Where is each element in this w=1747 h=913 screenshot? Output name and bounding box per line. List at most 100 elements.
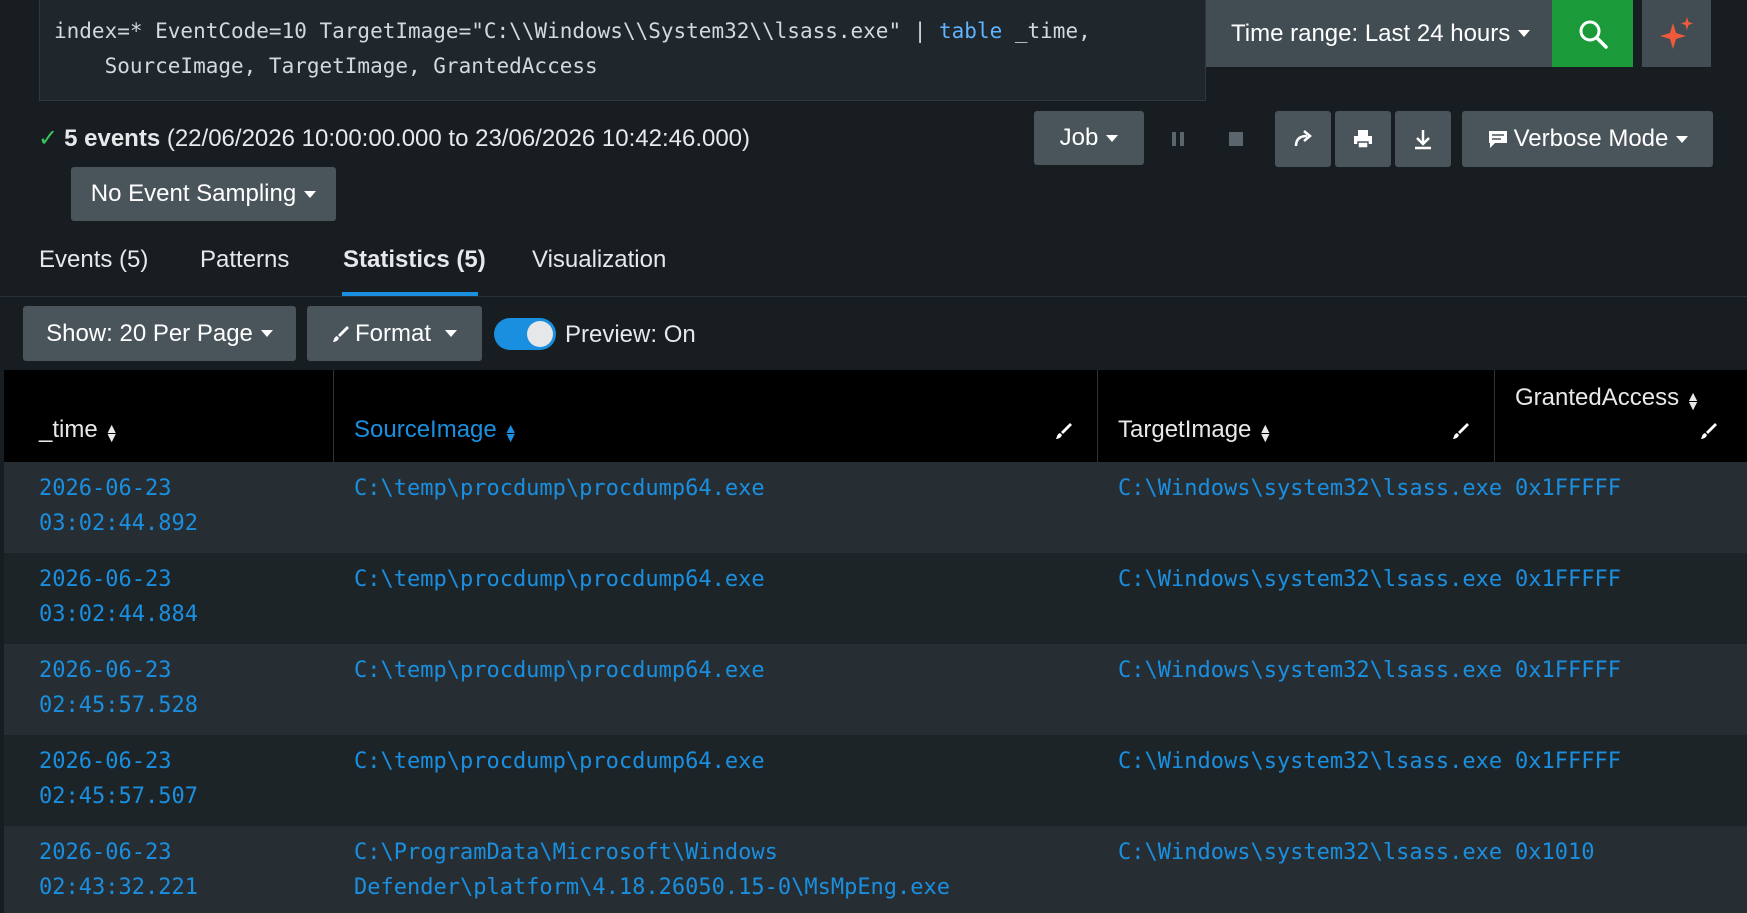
cell-time-date: 2026-06-23: [39, 749, 172, 774]
cell-sourceimage[interactable]: C:\temp\procdump\procdump64.exe: [354, 653, 765, 688]
cell-sourceimage-line1: C:\ProgramData\Microsoft\Windows: [354, 840, 778, 865]
column-header-targetimage[interactable]: TargetImage ▲ ▼: [1118, 416, 1272, 444]
time-range-picker[interactable]: Time range: Last 24 hours: [1206, 0, 1552, 67]
sort-icon: ▲ ▼: [104, 419, 119, 445]
cell-grantedaccess[interactable]: 0x1FFFFF: [1515, 562, 1621, 597]
cell-time[interactable]: 2026-06-23 02:45:57.507: [39, 744, 198, 814]
column-format-button[interactable]: [1700, 422, 1718, 445]
paintbrush-icon: [1453, 423, 1469, 439]
printer-icon: [1354, 130, 1372, 149]
column-format-button[interactable]: [1055, 422, 1073, 445]
format-dropdown[interactable]: Format: [307, 306, 482, 361]
column-divider: [1097, 370, 1098, 462]
cell-time-date: 2026-06-23: [39, 567, 172, 592]
search-icon: [1579, 20, 1608, 49]
column-divider: [1494, 370, 1495, 462]
cell-sourceimage-line2: Defender\platform\4.18.26050.15-0\MsMpEn…: [354, 875, 951, 900]
cell-time-date: 2026-06-23: [39, 658, 172, 683]
cell-grantedaccess[interactable]: 0x1FFFFF: [1515, 471, 1621, 506]
paintbrush-icon: [332, 325, 349, 342]
cell-targetimage[interactable]: C:\Windows\system32\lsass.exe: [1118, 653, 1502, 688]
tab-patterns[interactable]: Patterns: [200, 246, 289, 274]
column-header-grantedaccess[interactable]: GrantedAccess ▲ ▼: [1515, 384, 1700, 412]
tab-events[interactable]: Events (5): [39, 246, 148, 274]
preview-label: Preview: On: [565, 321, 696, 348]
cell-time[interactable]: 2026-06-23 02:45:57.528: [39, 653, 198, 723]
ai-assistant-button[interactable]: [1642, 0, 1711, 67]
active-tab-indicator: [342, 292, 478, 296]
column-header-label: SourceImage: [354, 416, 497, 443]
pause-button[interactable]: [1163, 124, 1193, 154]
format-label: Format: [354, 319, 431, 347]
job-status: ✓ 5 events (22/06/2026 10:00:00.000 to 23…: [38, 124, 750, 153]
paintbrush-icon: [1701, 423, 1717, 439]
cell-grantedaccess[interactable]: 0x1FFFFF: [1515, 653, 1621, 688]
cell-grantedaccess[interactable]: 0x1010: [1515, 835, 1594, 870]
search-mode-dropdown[interactable]: Verbose Mode: [1462, 111, 1713, 167]
column-header-time[interactable]: _time ▲ ▼: [39, 416, 119, 444]
sort-icon: ▲ ▼: [1258, 419, 1273, 445]
pause-icon: [1172, 132, 1184, 146]
column-divider: [333, 370, 334, 462]
chevron-down-icon: [1676, 135, 1689, 143]
query-line1-part-a: index=* EventCode=10 TargetImage="C:\\Wi…: [54, 19, 940, 43]
cell-time-date: 2026-06-23: [39, 840, 172, 865]
per-page-label: Show: 20 Per Page: [46, 319, 253, 347]
cell-time[interactable]: 2026-06-23 03:02:44.892: [39, 471, 198, 541]
stop-icon: [1229, 132, 1243, 146]
cell-sourceimage[interactable]: C:\temp\procdump\procdump64.exe: [354, 562, 765, 597]
tabs-divider: [0, 296, 1747, 297]
per-page-dropdown[interactable]: Show: 20 Per Page: [23, 306, 296, 361]
print-button[interactable]: [1335, 111, 1391, 167]
search-query-text[interactable]: index=* EventCode=10 TargetImage="C:\\Wi…: [54, 14, 1091, 84]
event-sampling-label: No Event Sampling: [90, 180, 297, 207]
sort-icon: ▲ ▼: [1686, 387, 1700, 413]
event-sampling-dropdown[interactable]: No Event Sampling: [71, 167, 336, 221]
verbose-mode-label: Verbose Mode: [1513, 125, 1669, 152]
cell-time-clock: 02:45:57.528: [39, 693, 198, 718]
cell-time[interactable]: 2026-06-23 02:43:32.221: [39, 835, 198, 905]
cell-sourceimage[interactable]: C:\temp\procdump\procdump64.exe: [354, 744, 765, 779]
download-icon: [1415, 130, 1431, 150]
sparkle-icon: [1659, 16, 1693, 49]
event-count: 5 events: [64, 125, 161, 152]
cell-sourceimage[interactable]: C:\ProgramData\Microsoft\Windows Defende…: [354, 835, 950, 905]
job-menu-button[interactable]: Job: [1034, 111, 1144, 165]
time-range-label: Time range: Last 24 hours: [1231, 19, 1511, 47]
cell-time[interactable]: 2026-06-23 03:02:44.884: [39, 562, 198, 632]
query-line1-part-b: _time,: [1002, 19, 1091, 43]
chevron-down-icon: [1518, 30, 1531, 37]
query-keyword-table: table: [939, 19, 1003, 43]
search-button[interactable]: [1552, 0, 1633, 67]
cell-targetimage[interactable]: C:\Windows\system32\lsass.exe: [1118, 835, 1502, 870]
column-format-button[interactable]: [1452, 422, 1470, 445]
job-label: Job: [1059, 124, 1099, 151]
preview-toggle[interactable]: [494, 318, 556, 350]
column-header-sourceimage[interactable]: SourceImage ▲ ▼: [354, 416, 518, 444]
toggle-knob: [527, 321, 553, 347]
time-range-summary: (22/06/2026 10:00:00.000 to 23/06/2026 1…: [166, 125, 751, 152]
comment-icon: [1488, 131, 1507, 148]
paintbrush-icon: [1056, 423, 1072, 439]
cell-grantedaccess[interactable]: 0x1FFFFF: [1515, 744, 1621, 779]
cell-targetimage[interactable]: C:\Windows\system32\lsass.exe: [1118, 744, 1502, 779]
tab-visualization[interactable]: Visualization: [532, 246, 666, 274]
column-header-label: TargetImage: [1118, 416, 1252, 443]
chevron-down-icon: [445, 330, 457, 337]
cell-targetimage[interactable]: C:\Windows\system32\lsass.exe: [1118, 471, 1502, 506]
chevron-down-icon: [1106, 134, 1119, 142]
check-icon: ✓: [38, 125, 59, 152]
share-button[interactable]: [1275, 111, 1331, 167]
tab-statistics[interactable]: Statistics (5): [343, 246, 486, 274]
stop-button[interactable]: [1221, 124, 1251, 154]
cell-sourceimage[interactable]: C:\temp\procdump\procdump64.exe: [354, 471, 765, 506]
cell-time-clock: 02:45:57.507: [39, 784, 198, 809]
cell-time-clock: 03:02:44.884: [39, 602, 198, 627]
cell-targetimage[interactable]: C:\Windows\system32\lsass.exe: [1118, 562, 1502, 597]
sort-icon: ▲ ▼: [503, 419, 518, 445]
column-header-label: _time: [39, 416, 98, 443]
export-button[interactable]: [1395, 111, 1451, 167]
query-line2: SourceImage, TargetImage, GrantedAccess: [54, 54, 598, 78]
share-arrow-icon: [1294, 130, 1312, 147]
chevron-down-icon: [304, 190, 317, 198]
